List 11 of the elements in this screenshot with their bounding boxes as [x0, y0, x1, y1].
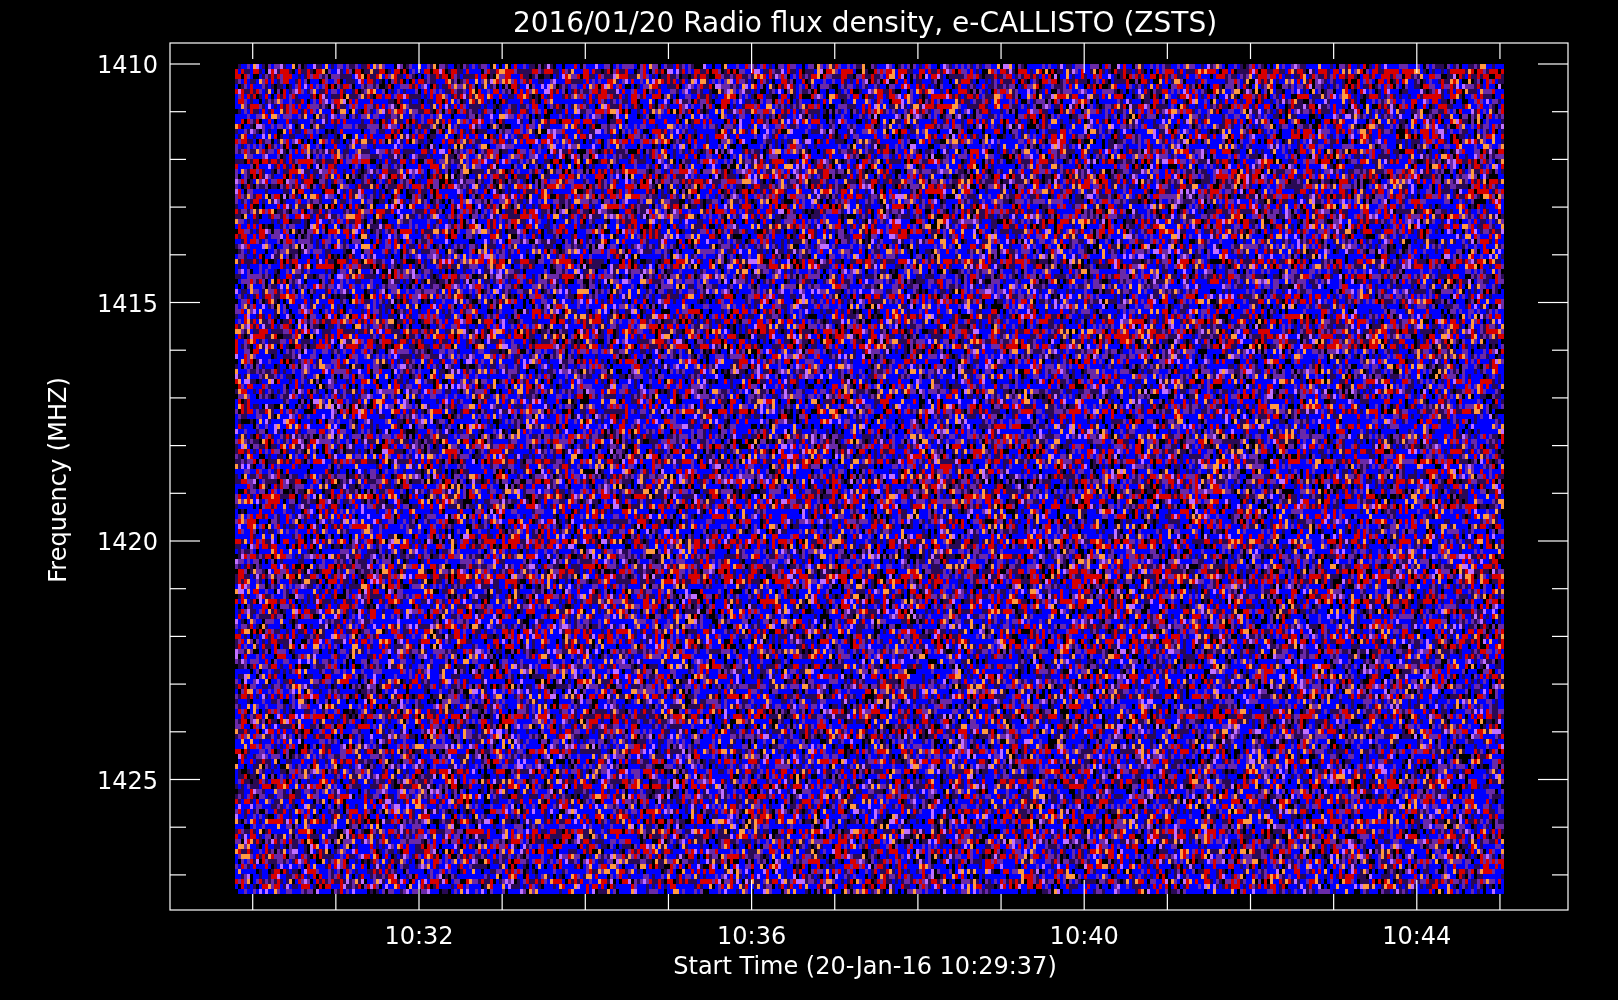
- x-tick-label: 10:40: [1049, 922, 1119, 950]
- x-axis-label: Start Time (20-Jan-16 10:29:37): [673, 952, 1057, 980]
- y-tick-label: 1410: [96, 51, 158, 79]
- x-tick-label: 10:44: [1382, 922, 1452, 950]
- y-tick-label: 1425: [96, 766, 158, 795]
- y-axis-label: Frequency (MHZ): [44, 377, 72, 583]
- y-tick-label: 1415: [96, 289, 158, 318]
- x-tick-label: 10:32: [384, 922, 454, 950]
- chart-title: 2016/01/20 Radio flux density, e-CALLISTO (ZSTS): [512, 6, 1218, 39]
- x-tick-label: 10:36: [717, 922, 787, 950]
- y-tick-label: 1420: [96, 528, 158, 556]
